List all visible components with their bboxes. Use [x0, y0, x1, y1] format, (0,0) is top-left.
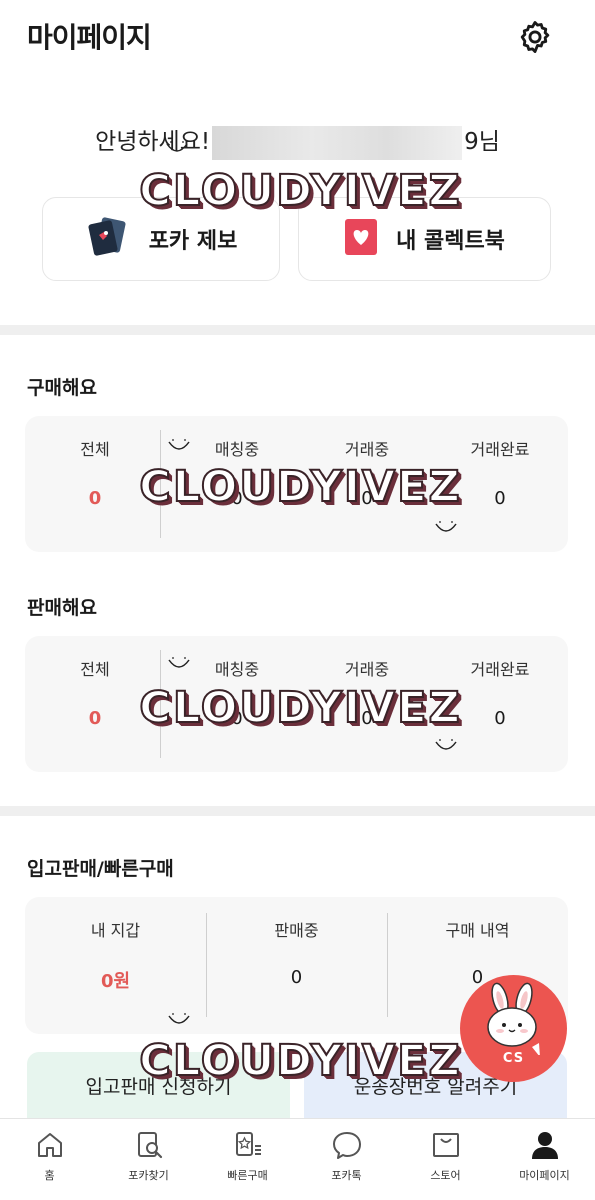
selling-label: 판매중 — [274, 921, 319, 940]
bunny-icon — [487, 982, 540, 1055]
watermark-text: CLOUDYIVEZ — [138, 1035, 462, 1087]
redacted-username — [212, 125, 463, 160]
tab-pocard-search[interactable]: 포카찾기 — [99, 1129, 198, 1183]
smile-doodle-icon — [168, 657, 190, 668]
tab-label: 포카찾기 — [128, 1169, 169, 1182]
section-divider — [0, 325, 595, 335]
smile-doodle-icon — [166, 141, 188, 152]
buy-trading-label: 거래중 — [344, 440, 390, 459]
person-icon — [531, 1132, 558, 1159]
collect-book-label: 내 콜렉트북 — [396, 229, 505, 254]
tab-label: 홈 — [44, 1169, 55, 1182]
my-wallet[interactable]: 내 지갑 0원 — [25, 917, 206, 993]
greeting-prefix: 안녕하세요! — [95, 129, 211, 155]
pocard-report-label: 포카 제보 — [148, 229, 238, 254]
tab-my-page[interactable]: 마이페이지 — [495, 1129, 594, 1183]
sell-total-label: 전체 — [80, 660, 110, 679]
greeting: 안녕하세요! 9님 — [0, 122, 595, 160]
tab-home[interactable]: 홈 — [0, 1129, 99, 1183]
tab-label: 포카톡 — [331, 1169, 362, 1182]
tab-label: 스토어 — [430, 1169, 461, 1182]
selling[interactable]: 판매중 0 — [206, 917, 387, 988]
tab-label: 마이페이지 — [519, 1169, 570, 1182]
card-search-icon — [137, 1132, 162, 1159]
buy-total-value: 0 — [88, 488, 102, 509]
buy-section-title: 구매해요 — [27, 377, 97, 399]
tab-quick-buy[interactable]: 빠른구매 — [198, 1129, 297, 1183]
sell-matching-label: 매칭중 — [214, 660, 260, 679]
photocards-icon — [85, 217, 131, 261]
sell-total-value: 0 — [88, 708, 102, 729]
buy-completed-label: 거래완료 — [470, 440, 530, 459]
buy-matching-label: 매칭중 — [214, 440, 260, 459]
heart-book-icon — [344, 218, 378, 260]
gear-icon[interactable] — [516, 18, 554, 56]
selling-value: 0 — [290, 967, 303, 988]
header: 마이페이지 — [0, 0, 595, 72]
home-icon — [37, 1133, 62, 1157]
cs-button[interactable]: CS — [460, 975, 567, 1082]
smile-doodle-icon — [435, 521, 457, 532]
my-wallet-value: 0원 — [100, 971, 131, 992]
page-title: 마이페이지 — [27, 21, 152, 54]
buy-total-label: 전체 — [80, 440, 110, 459]
my-wallet-label: 내 지갑 — [90, 921, 141, 940]
sell-trading-label: 거래중 — [344, 660, 390, 679]
quick-trade-section-title: 입고판매/빠른구매 — [27, 858, 174, 880]
tab-label: 빠른구매 — [227, 1169, 268, 1182]
smile-doodle-icon — [435, 739, 457, 750]
sell-section-title: 판매해요 — [27, 597, 97, 619]
smile-doodle-icon — [168, 439, 190, 450]
buy-total[interactable]: 전체 0 — [55, 436, 135, 509]
sell-total[interactable]: 전체 0 — [55, 656, 135, 729]
section-divider — [0, 806, 595, 816]
bottom-tab-bar: 홈 포카찾기 빠른구매 포카톡 스토어 마이페이지 — [0, 1118, 595, 1200]
star-card-list-icon — [235, 1132, 261, 1156]
purchase-history-label: 구매 내역 — [445, 921, 510, 940]
shopping-bag-icon — [432, 1133, 459, 1157]
watermark-text: CLOUDYIVEZ — [138, 165, 462, 217]
watermark-text: CLOUDYIVEZ — [138, 461, 462, 513]
sell-completed-label: 거래완료 — [470, 660, 530, 679]
cs-label: CS — [502, 1051, 525, 1066]
smile-doodle-icon — [168, 1013, 190, 1024]
watermark-text: CLOUDYIVEZ — [138, 682, 462, 734]
tab-pocard-talk[interactable]: 포카톡 — [297, 1129, 396, 1183]
tab-store[interactable]: 스토어 — [396, 1129, 495, 1183]
greeting-suffix: 9님 — [464, 129, 500, 155]
chat-bubble-icon — [332, 1132, 361, 1159]
